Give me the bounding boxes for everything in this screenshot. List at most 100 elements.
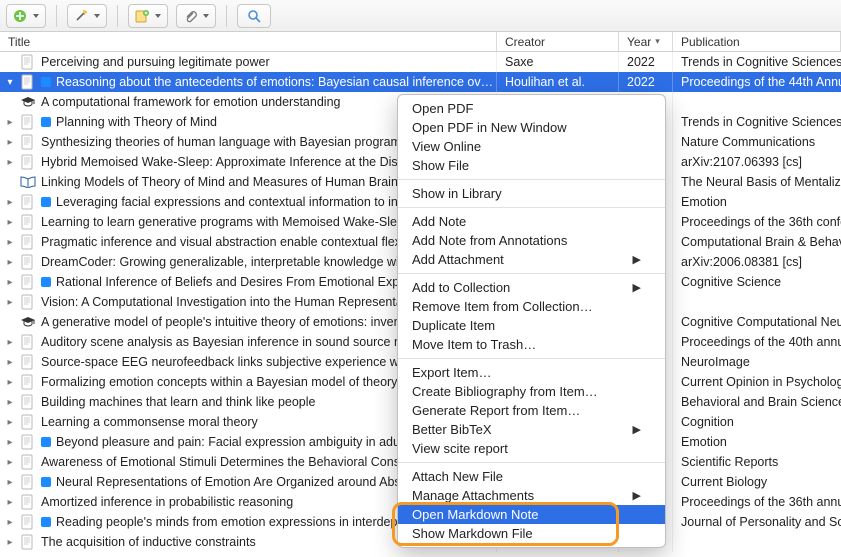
- item-title: Learning a commonsense moral theory: [41, 415, 258, 429]
- twisty-closed-icon[interactable]: ▸: [4, 456, 16, 468]
- search-icon: [247, 9, 261, 23]
- twisty-closed-icon[interactable]: ▸: [4, 236, 16, 248]
- menu-item[interactable]: Create Bibliography from Item…: [398, 382, 665, 401]
- menu-item-label: Move Item to Trash…: [412, 337, 536, 352]
- twisty-closed-icon[interactable]: ▸: [4, 496, 16, 508]
- graduation-cap-icon: [20, 94, 36, 110]
- column-title[interactable]: Title: [0, 32, 497, 51]
- menu-item[interactable]: Open PDF: [398, 99, 665, 118]
- page-icon: [20, 514, 36, 530]
- twisty-closed-icon[interactable]: ▸: [4, 476, 16, 488]
- column-creator[interactable]: Creator: [497, 32, 619, 51]
- submenu-arrow-icon: ▶: [633, 281, 641, 294]
- menu-item[interactable]: Open Markdown Note: [398, 505, 665, 524]
- toolbar-separator: [56, 5, 57, 27]
- twisty-closed-icon[interactable]: ▸: [4, 136, 16, 148]
- menu-item[interactable]: Duplicate Item: [398, 316, 665, 335]
- page-icon: [20, 334, 36, 350]
- item-title: Synthesizing theories of human language …: [41, 135, 401, 149]
- twisty-open-icon[interactable]: ▾: [4, 76, 16, 88]
- item-title: Amortized inference in probabilistic rea…: [41, 495, 293, 509]
- menu-item[interactable]: Remove Item from Collection…: [398, 297, 665, 316]
- menu-item[interactable]: Manage Attachments▶: [398, 486, 665, 505]
- item-publication: Cognitive Science: [673, 272, 841, 292]
- twisty-closed-icon[interactable]: ▸: [4, 336, 16, 348]
- menu-item[interactable]: Export Item…: [398, 363, 665, 382]
- twisty-closed-icon[interactable]: ▸: [4, 256, 16, 268]
- table-row[interactable]: ▾Reasoning about the antecedents of emot…: [0, 72, 841, 92]
- toolbar-separator: [226, 5, 227, 27]
- page-icon: [20, 434, 36, 450]
- table-row[interactable]: Perceiving and pursuing legitimate power…: [0, 52, 841, 72]
- twisty-closed-icon[interactable]: ▸: [4, 296, 16, 308]
- menu-item[interactable]: Add Attachment▶: [398, 250, 665, 269]
- twisty-closed-icon[interactable]: ▸: [4, 416, 16, 428]
- page-icon: [20, 214, 36, 230]
- submenu-arrow-icon: ▶: [633, 253, 641, 266]
- page-icon: [20, 454, 36, 470]
- lookup-button[interactable]: [67, 4, 107, 28]
- item-title: Hybrid Memoised Wake-Sleep: Approximate …: [41, 155, 404, 169]
- menu-item[interactable]: View scite report: [398, 439, 665, 458]
- twisty-closed-icon[interactable]: ▸: [4, 536, 16, 548]
- twisty-closed-icon[interactable]: ▸: [4, 196, 16, 208]
- menu-item[interactable]: Add to Collection▶: [398, 278, 665, 297]
- menu-item-label: View Online: [412, 139, 481, 154]
- page-icon: [20, 74, 36, 90]
- twisty-closed-icon[interactable]: ▸: [4, 436, 16, 448]
- menu-item[interactable]: Show File: [398, 156, 665, 175]
- page-icon: [20, 534, 36, 550]
- twisty-closed-icon[interactable]: ▸: [4, 376, 16, 388]
- menu-item[interactable]: Open PDF in New Window: [398, 118, 665, 137]
- column-publication[interactable]: Publication: [673, 32, 841, 51]
- item-title: Source-space EEG neurofeedback links sub…: [41, 355, 412, 369]
- menu-item-label: Open PDF: [412, 101, 473, 116]
- twisty-closed-icon[interactable]: ▸: [4, 396, 16, 408]
- menu-item[interactable]: Add Note: [398, 212, 665, 231]
- book-icon: [20, 174, 36, 190]
- menu-item-label: Show Markdown File: [412, 526, 533, 541]
- item-publication: arXiv:2006.08381 [cs]: [673, 252, 841, 272]
- menu-item[interactable]: Add Note from Annotations: [398, 231, 665, 250]
- twisty-closed-icon[interactable]: ▸: [4, 116, 16, 128]
- item-title: Perceiving and pursuing legitimate power: [41, 55, 270, 69]
- item-title: Building machines that learn and think l…: [41, 395, 315, 409]
- twisty-closed-icon[interactable]: ▸: [4, 356, 16, 368]
- item-publication: Current Biology: [673, 472, 841, 492]
- menu-separator: [398, 358, 665, 359]
- paperclip-icon: [183, 9, 197, 23]
- item-creator: Saxe: [497, 52, 619, 72]
- item-title: Leveraging facial expressions and contex…: [56, 195, 404, 209]
- menu-item[interactable]: Attach New File: [398, 467, 665, 486]
- menu-item[interactable]: Show Markdown File: [398, 524, 665, 543]
- menu-separator: [398, 273, 665, 274]
- item-title: A computational framework for emotion un…: [41, 95, 340, 109]
- page-icon: [20, 234, 36, 250]
- item-title: A generative model of people's intuitive…: [41, 315, 398, 329]
- menu-item[interactable]: Move Item to Trash…: [398, 335, 665, 354]
- color-tag: [41, 197, 51, 207]
- new-item-button[interactable]: [6, 4, 46, 28]
- page-icon: [20, 154, 36, 170]
- new-note-button[interactable]: [128, 4, 168, 28]
- item-title: Awareness of Emotional Stimuli Determine…: [41, 455, 407, 469]
- menu-item[interactable]: View Online: [398, 137, 665, 156]
- menu-item-label: Export Item…: [412, 365, 491, 380]
- item-title: Rational Inference of Beliefs and Desire…: [56, 275, 410, 289]
- menu-item[interactable]: Better BibTeX▶: [398, 420, 665, 439]
- attach-button[interactable]: [176, 4, 216, 28]
- menu-separator: [398, 207, 665, 208]
- item-publication: Cognition: [673, 412, 841, 432]
- menu-item[interactable]: Show in Library: [398, 184, 665, 203]
- twisty-closed-icon[interactable]: ▸: [4, 276, 16, 288]
- twisty-closed-icon[interactable]: ▸: [4, 156, 16, 168]
- twisty-closed-icon[interactable]: ▸: [4, 516, 16, 528]
- twisty-closed-icon[interactable]: ▸: [4, 216, 16, 228]
- page-icon: [20, 274, 36, 290]
- item-publication: Behavioral and Brain Sciences: [673, 392, 841, 412]
- search-button[interactable]: [237, 4, 271, 28]
- menu-item-label: Manage Attachments: [412, 488, 534, 503]
- column-year[interactable]: Year▾: [619, 32, 673, 51]
- menu-item-label: View scite report: [412, 441, 508, 456]
- menu-item[interactable]: Generate Report from Item…: [398, 401, 665, 420]
